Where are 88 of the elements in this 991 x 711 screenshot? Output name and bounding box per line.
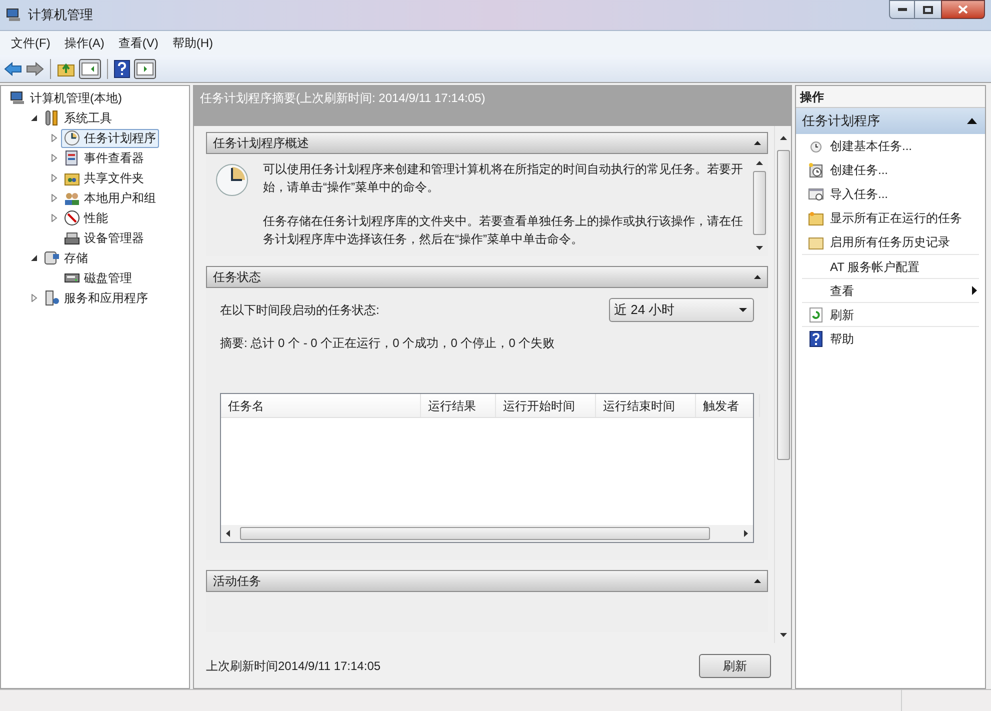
last-refresh-text: 上次刷新时间2014/9/11 17:14:05 bbox=[206, 658, 381, 674]
forward-icon[interactable] bbox=[26, 62, 44, 76]
scroll-up-icon bbox=[756, 161, 763, 165]
tree-item[interactable]: 性能 bbox=[61, 208, 111, 228]
folder-up-icon[interactable] bbox=[57, 60, 75, 76]
expand-arrow-icon[interactable] bbox=[30, 294, 38, 302]
action-item[interactable]: 帮助 bbox=[802, 326, 979, 350]
minimize-button[interactable] bbox=[889, 0, 915, 19]
tree-item[interactable]: 系统工具 bbox=[41, 108, 115, 128]
tree-item[interactable]: 存储 bbox=[41, 248, 91, 268]
column-header[interactable]: 运行结束时间 bbox=[596, 394, 696, 417]
action-item[interactable]: 启用所有任务历史记录 bbox=[802, 230, 979, 254]
dropdown-arrow-icon bbox=[739, 308, 747, 312]
scroll-right-icon bbox=[744, 530, 748, 537]
description-text: 可以使用任务计划程序来创建和管理计算机将在所指定的时间自动执行的常见任务。若要开始，请单击“操作”菜单中的命令。 bbox=[263, 161, 743, 196]
back-icon[interactable] bbox=[4, 62, 22, 76]
tree-item[interactable]: 磁盘管理 bbox=[61, 268, 135, 288]
action-item[interactable]: 查看 bbox=[802, 278, 979, 302]
expand-arrow-icon[interactable] bbox=[50, 194, 58, 202]
column-header[interactable]: 任务名 bbox=[221, 394, 421, 417]
clock-icon bbox=[64, 130, 80, 146]
maximize-icon bbox=[923, 6, 933, 14]
expand-arrow-icon[interactable] bbox=[50, 214, 58, 222]
tree-item[interactable]: 共享文件夹 bbox=[61, 168, 147, 188]
expand-arrow-icon[interactable] bbox=[50, 134, 58, 142]
help-icon[interactable] bbox=[114, 60, 130, 78]
scroll-down-icon bbox=[756, 246, 763, 250]
status-summary-text: 摘要: 总计 0 个 - 0 个正在运行，0 个成功，0 个停止，0 个失败 bbox=[220, 335, 556, 352]
action-item[interactable]: 导入任务... bbox=[802, 182, 979, 206]
actions-group-header[interactable]: 任务计划程序 bbox=[796, 108, 985, 134]
log-icon bbox=[64, 150, 80, 166]
users-icon bbox=[64, 190, 80, 206]
action-item[interactable]: 创建任务... bbox=[802, 158, 979, 182]
tree-item[interactable]: 设备管理器 bbox=[61, 228, 147, 248]
vertical-scrollbar[interactable] bbox=[774, 126, 791, 643]
action-item[interactable]: 显示所有正在运行的任务 bbox=[802, 206, 979, 230]
clock-icon bbox=[808, 162, 824, 178]
collapse-arrow-icon[interactable] bbox=[30, 254, 38, 262]
close-button[interactable] bbox=[941, 0, 985, 19]
calendar-icon bbox=[808, 186, 824, 202]
tree-item[interactable]: 服务和应用程序 bbox=[41, 288, 151, 308]
menu-item[interactable]: 操作(A) bbox=[57, 32, 112, 54]
maximize-button[interactable] bbox=[915, 0, 941, 19]
computer-icon bbox=[10, 90, 26, 106]
section-header[interactable]: 任务状态 bbox=[206, 266, 768, 288]
submenu-arrow-icon bbox=[972, 286, 977, 295]
help-icon bbox=[808, 330, 824, 346]
refresh-icon bbox=[808, 306, 824, 322]
tree-item[interactable]: 本地用户和组 bbox=[61, 188, 159, 208]
folder-icon bbox=[808, 210, 824, 226]
minimize-icon bbox=[898, 8, 906, 11]
summary-header: 任务计划程序摘要(上次刷新时间: 2014/9/11 17:14:05) bbox=[200, 91, 486, 105]
period-label: 在以下时间段启动的任务状态: bbox=[220, 302, 380, 319]
computer-icon bbox=[6, 7, 22, 23]
device-icon bbox=[64, 230, 80, 246]
scroll-up-icon bbox=[780, 136, 786, 140]
menu-item[interactable]: 帮助(H) bbox=[165, 32, 220, 54]
menu-item[interactable]: 文件(F) bbox=[4, 32, 58, 54]
scrollbar-thumb[interactable] bbox=[776, 150, 790, 460]
actions-title: 操作 bbox=[800, 88, 824, 106]
column-header[interactable]: 运行结果 bbox=[421, 394, 496, 417]
scroll-left-icon bbox=[226, 530, 230, 537]
section-header[interactable]: 活动任务 bbox=[206, 570, 768, 592]
tree-item[interactable]: 任务计划程序 bbox=[61, 128, 159, 148]
close-icon bbox=[958, 5, 968, 14]
action-item[interactable]: 创建基本任务... bbox=[802, 134, 979, 158]
description-text: 任务存储在任务计划程序库的文件夹中。若要查看单独任务上的操作或执行该操作，请在任务计划程序库中选择该任务，然后在“操作”菜单中单击命令。 bbox=[263, 213, 743, 248]
panel-icon[interactable] bbox=[79, 58, 101, 78]
column-header[interactable]: 运行开始时间 bbox=[496, 394, 596, 417]
panel-icon[interactable] bbox=[134, 58, 156, 78]
expand-arrow-icon[interactable] bbox=[50, 154, 58, 162]
expand-arrow-icon[interactable] bbox=[50, 174, 58, 182]
action-item[interactable]: AT 服务帐户配置 bbox=[802, 254, 979, 278]
menu-item[interactable]: 查看(V) bbox=[111, 32, 166, 54]
clock-icon bbox=[215, 163, 249, 197]
action-item[interactable]: 刷新 bbox=[802, 302, 979, 326]
collapse-arrow-icon[interactable] bbox=[30, 114, 38, 122]
tree-item[interactable]: 计算机管理(本地) bbox=[7, 88, 125, 108]
tree-item[interactable]: 事件查看器 bbox=[61, 148, 147, 168]
refresh-button[interactable]: 刷新 bbox=[699, 654, 771, 678]
horizontal-scrollbar[interactable] bbox=[221, 525, 753, 542]
period-dropdown[interactable]: 近 24 小时 bbox=[609, 298, 754, 322]
section-header[interactable]: 任务计划程序概述 bbox=[206, 132, 768, 154]
scroll-down-icon bbox=[780, 633, 786, 637]
scrollbar-thumb[interactable] bbox=[240, 527, 710, 540]
window-title: 计算机管理 bbox=[28, 6, 93, 24]
column-header[interactable]: 触发者 bbox=[696, 394, 760, 417]
scrollbar-thumb[interactable] bbox=[753, 171, 766, 235]
